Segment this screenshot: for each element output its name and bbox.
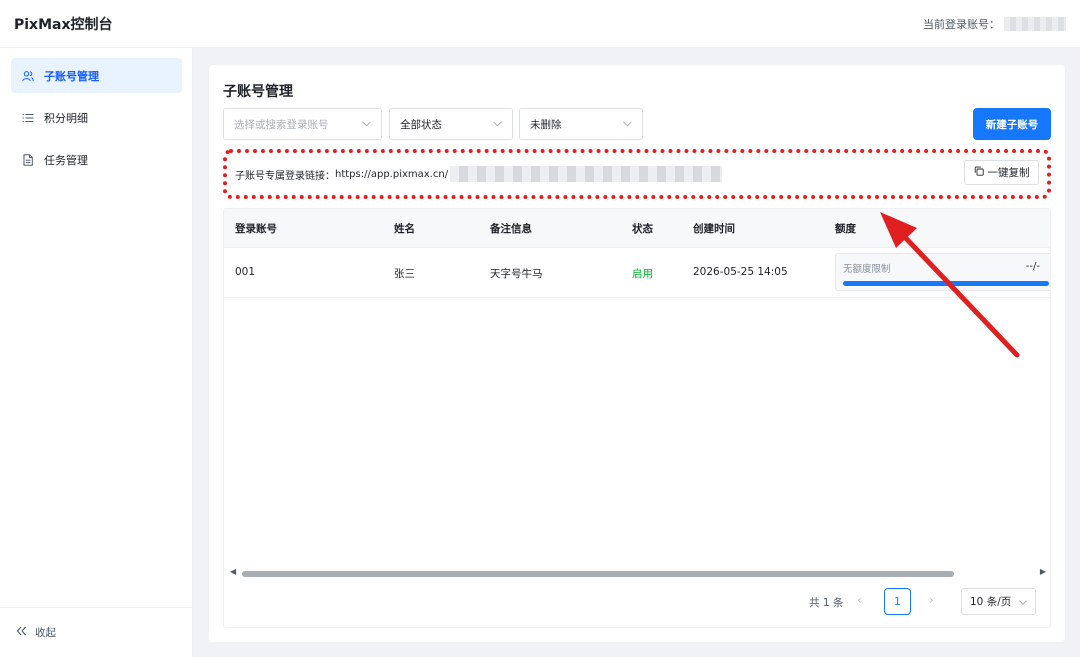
deleted-select[interactable]: 未删除	[519, 108, 643, 140]
sidebar-item-label: 子账号管理	[44, 69, 99, 83]
quota-value: --/-	[1025, 261, 1040, 272]
chevron-down-icon	[1019, 596, 1027, 608]
login-link-label: 子账号专属登录链接：	[235, 170, 335, 182]
page-number-button[interactable]: 1	[884, 588, 911, 615]
quota-label: 无额度限制	[843, 264, 891, 275]
copy-button-label: 一键复制	[987, 167, 1030, 179]
chevron-down-icon	[362, 118, 371, 130]
sidebar-item-points[interactable]: 积分明细	[11, 100, 182, 135]
top-header: PixMax控制台 当前登录账号：	[0, 0, 1080, 48]
quota-progress-bar	[843, 281, 1049, 286]
scroll-right-arrow-icon[interactable]: ▶	[1040, 567, 1046, 576]
scroll-track	[242, 571, 1034, 577]
table-header: 登录账号 姓名 备注信息 状态 创建时间 额度	[224, 209, 1050, 248]
brand-title: PixMax控制台	[14, 16, 113, 33]
column-header: 姓名	[394, 223, 415, 235]
sidebar: 子账号管理 积分明细 任务管理 收起	[0, 48, 193, 657]
collapse-label: 收起	[35, 627, 56, 639]
login-link-redacted	[450, 166, 723, 182]
quota-progress-fill	[843, 281, 1049, 286]
cell-quota: 无额度限制 --/-	[835, 253, 1050, 291]
prev-page-icon[interactable]: ‹	[857, 593, 862, 607]
pagination-total: 共 1 条	[809, 597, 844, 609]
chevron-down-icon	[623, 118, 632, 130]
collapse-sidebar-button[interactable]: 收起	[0, 607, 192, 657]
login-link-url: https://app.pixmax.cn/	[335, 168, 449, 180]
status-select[interactable]: 全部状态	[389, 108, 513, 140]
sidebar-item-label: 任务管理	[44, 153, 88, 167]
column-header: 登录账号	[235, 223, 277, 235]
account-select-placeholder: 选择或搜索登录账号	[234, 118, 329, 131]
document-icon	[22, 153, 34, 166]
list-icon	[22, 112, 34, 124]
cell-account: 001	[235, 266, 256, 278]
account-redacted	[1004, 16, 1066, 31]
status-select-value: 全部状态	[400, 118, 442, 131]
new-sub-account-button[interactable]: 新建子账号	[973, 108, 1051, 140]
users-icon	[22, 70, 34, 82]
page-size-select[interactable]: 10 条/页	[961, 588, 1036, 615]
cell-note: 天字号牛马	[490, 268, 543, 280]
app-root: PixMax控制台 当前登录账号： 子账号管理 积分明细 任务管理 收起 子账号…	[0, 0, 1080, 657]
account-label: 当前登录账号：	[923, 17, 1000, 31]
cell-name: 张三	[394, 268, 415, 280]
column-header: 创建时间	[693, 223, 735, 235]
page-title: 子账号管理	[223, 84, 293, 100]
sidebar-item-sub-accounts[interactable]: 子账号管理	[11, 58, 182, 93]
column-header: 额度	[835, 223, 856, 235]
sidebar-item-tasks[interactable]: 任务管理	[11, 142, 182, 177]
table-row[interactable]: 001 张三 天字号牛马 启用 2026-05-25 14:05 无额度限制 -…	[224, 248, 1050, 298]
login-link-box: 子账号专属登录链接： https://app.pixmax.cn/ 一键复制	[223, 149, 1051, 199]
current-account: 当前登录账号：	[923, 16, 1066, 32]
chevron-down-icon	[493, 118, 502, 130]
cell-status: 启用	[632, 268, 653, 280]
scroll-thumb[interactable]	[242, 571, 954, 577]
column-header: 备注信息	[490, 223, 532, 235]
cell-created: 2026-05-25 14:05	[693, 266, 788, 278]
copy-link-button[interactable]: 一键复制	[964, 160, 1039, 185]
main-card: 子账号管理 选择或搜索登录账号 全部状态 未删除 新建子账号 子账号专属登录链接…	[209, 65, 1065, 642]
copy-icon	[974, 166, 984, 179]
account-select[interactable]: 选择或搜索登录账号	[223, 108, 382, 140]
scroll-left-arrow-icon[interactable]: ◀	[230, 567, 236, 576]
deleted-select-value: 未删除	[530, 118, 562, 131]
sub-account-table: 登录账号 姓名 备注信息 状态 创建时间 额度 001 张三 天字号牛马 启用 …	[223, 208, 1051, 628]
column-header: 状态	[632, 223, 653, 235]
pagination: 共 1 条 ‹ 1 › 10 条/页	[209, 588, 1065, 616]
horizontal-scrollbar[interactable]: ◀ ▶	[230, 567, 1046, 579]
double-chevron-left-icon	[16, 626, 27, 639]
next-page-icon[interactable]: ›	[929, 593, 934, 607]
sidebar-item-label: 积分明细	[44, 111, 88, 125]
page-size-value: 10 条/页	[970, 596, 1012, 608]
